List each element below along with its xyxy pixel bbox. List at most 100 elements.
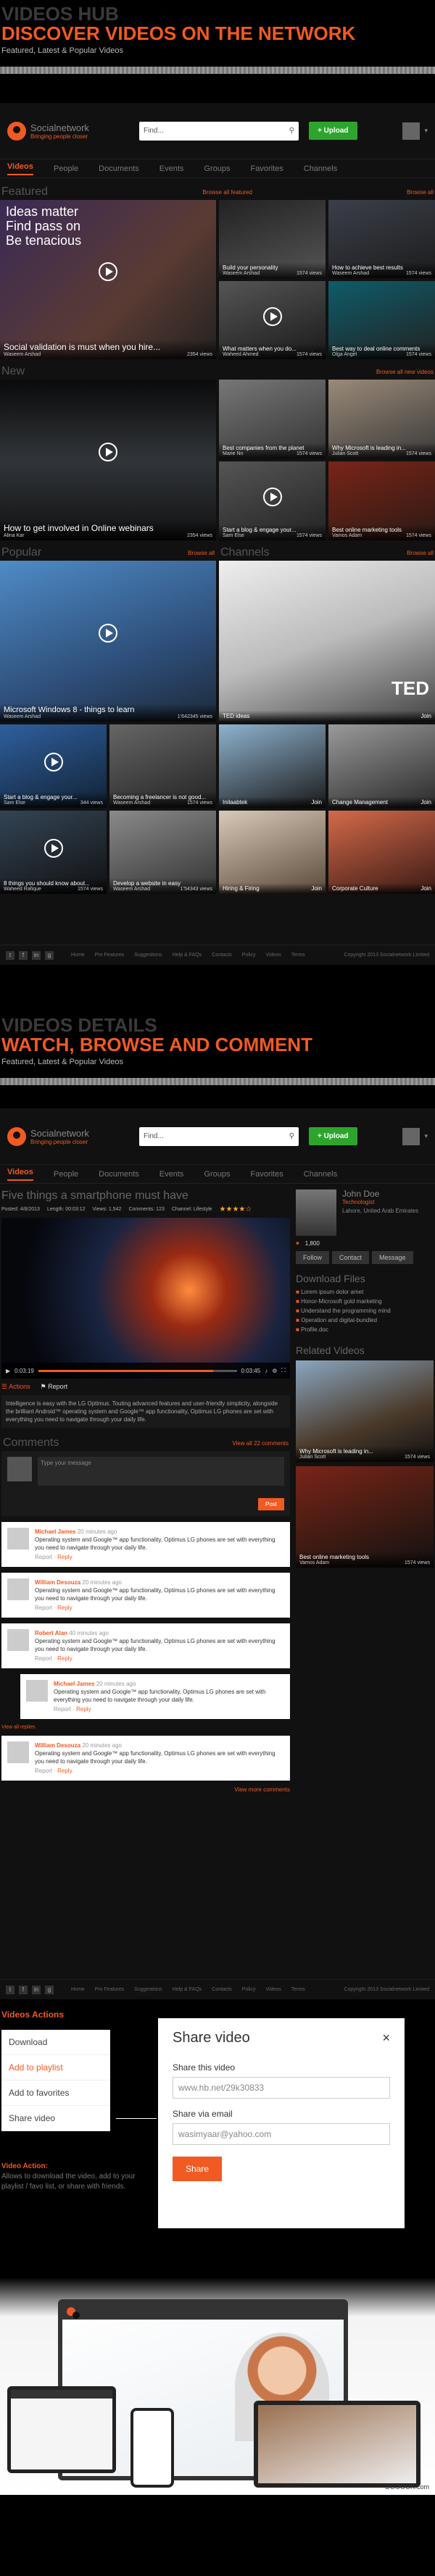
browse-all-link[interactable]: Browse all xyxy=(188,550,215,556)
brand-logo[interactable]: Socialnetwork Bringing people closer xyxy=(7,121,130,141)
user-menu[interactable]: ▾ xyxy=(402,1127,428,1145)
linkedin-icon[interactable]: in xyxy=(32,1985,41,1994)
brand-logo[interactable]: Socialnetwork Bringing people closer xyxy=(7,1126,130,1146)
progress-bar[interactable] xyxy=(38,1369,237,1372)
comment-author[interactable]: Michael James xyxy=(35,1529,75,1535)
channel-title[interactable]: Inilaabtek xyxy=(223,799,247,806)
tile-title[interactable]: Develop a website in easy xyxy=(113,880,212,887)
tile-author[interactable]: Vamos Adam xyxy=(299,1560,329,1565)
tile-author[interactable]: Waseem Arshad xyxy=(113,887,150,892)
new-big-tile[interactable]: How to get involved in Online webinars Al… xyxy=(0,380,216,540)
video-tile[interactable]: What matters when you do... Waheed Ahmed 1… xyxy=(219,281,326,359)
footer-link[interactable]: Terms xyxy=(291,1987,305,1992)
channel-title[interactable]: Change Management xyxy=(332,799,388,806)
video-tile[interactable]: Build your personality Waseem Arshad 1574 … xyxy=(219,200,326,278)
featured-big-tile[interactable]: Ideas matter Find pass on Be tenacious S… xyxy=(0,200,216,359)
play-icon[interactable] xyxy=(99,623,117,643)
footer-link[interactable]: Contacts xyxy=(212,953,232,958)
tile-author[interactable]: Marie Nn xyxy=(223,451,243,456)
upload-button[interactable]: + Upload xyxy=(309,122,357,140)
contact-button[interactable]: Contact xyxy=(332,1251,370,1264)
view-replies-link[interactable]: View all replies xyxy=(1,1725,290,1730)
tile-title[interactable]: How to get involved in Online webinars xyxy=(4,523,212,533)
share-button[interactable]: Share xyxy=(173,2157,223,2181)
tile-author[interactable]: Waseem Arshad xyxy=(4,352,41,357)
upload-button[interactable]: + Upload xyxy=(309,1127,357,1145)
tile-author[interactable]: Waseem Arshad xyxy=(113,800,150,806)
footer-link[interactable]: Pro Features xyxy=(95,1987,124,1992)
tile-author[interactable]: Waheed Ahmed xyxy=(223,352,259,357)
video-tile[interactable]: Best way to deal online comments Olga Ang… xyxy=(328,281,435,359)
actions-toggle[interactable]: ☰ Actions xyxy=(1,1383,30,1391)
video-player[interactable]: ▶ 0:03:19 0:03:45 ♪ ⚙ ⛶ xyxy=(1,1218,290,1379)
browse-all-link[interactable]: Browse all xyxy=(407,550,434,556)
post-button[interactable]: Post xyxy=(257,1498,284,1510)
comment-author[interactable]: William Desouza xyxy=(35,1579,80,1586)
search-input[interactable]: Find... ⚲ xyxy=(139,1126,299,1146)
tab-channels[interactable]: Channels xyxy=(304,1170,337,1179)
report-link[interactable]: Report xyxy=(35,1655,52,1662)
tab-favorites[interactable]: Favorites xyxy=(251,1170,283,1179)
join-button[interactable]: Join xyxy=(420,713,431,719)
tile-title[interactable]: Why Microsoft is leading in... xyxy=(332,445,431,451)
video-tile[interactable]: Start a blog & engage your... Sam Else 344… xyxy=(0,724,107,808)
report-link[interactable]: Report xyxy=(35,1605,52,1611)
tile-author[interactable]: Waseem Arshad xyxy=(4,714,41,719)
googleplus-icon[interactable]: g xyxy=(45,1985,54,1994)
play-icon[interactable] xyxy=(262,306,282,326)
channel-title[interactable]: Corporate Culture xyxy=(332,885,378,892)
footer-link[interactable]: Pro Features xyxy=(95,953,124,958)
footer-link[interactable]: Videos xyxy=(265,1987,281,1992)
play-button-icon[interactable]: ▶ xyxy=(6,1368,10,1374)
browse-all-link[interactable]: Browse all new videos xyxy=(376,369,434,375)
tile-title[interactable]: Why Microsoft is leading in... xyxy=(299,1448,430,1455)
join-button[interactable]: Join xyxy=(420,799,431,806)
reply-link[interactable]: Reply xyxy=(57,1554,72,1560)
reply-link[interactable]: Reply xyxy=(76,1706,91,1713)
view-all-comments-link[interactable]: View all 22 comments xyxy=(232,1440,289,1447)
search-input[interactable]: Find... ⚲ xyxy=(139,121,299,141)
tab-groups[interactable]: Groups xyxy=(204,1170,230,1179)
tab-people[interactable]: People xyxy=(54,164,78,173)
video-tile[interactable]: Best companies from the planet Marie Nn 15… xyxy=(219,380,326,459)
tile-author[interactable]: Olga Angel xyxy=(332,352,357,357)
tile-author[interactable]: Julian Scott xyxy=(299,1455,326,1460)
message-button[interactable]: Message xyxy=(372,1251,413,1264)
tab-events[interactable]: Events xyxy=(160,1170,184,1179)
like-icon[interactable]: ♥ xyxy=(296,1240,299,1247)
menu-item-download[interactable]: Download xyxy=(1,2030,110,2055)
footer-link[interactable]: Contacts xyxy=(212,1987,232,1992)
tile-author[interactable]: Sam Else xyxy=(223,533,244,538)
tile-author[interactable]: Waseem Arshad xyxy=(223,271,260,276)
report-link[interactable]: Report xyxy=(54,1706,71,1713)
tab-videos[interactable]: Videos xyxy=(7,162,33,175)
reply-link[interactable]: Reply xyxy=(57,1655,72,1662)
video-tile[interactable]: Becoming a freelancer is not good... Wase… xyxy=(109,724,216,808)
googleplus-icon[interactable]: g xyxy=(45,950,54,960)
share-url-field[interactable]: www.hb.net/29k30833 xyxy=(173,2077,390,2099)
comment-input[interactable]: Type your message xyxy=(38,1457,284,1486)
tile-title[interactable]: Social validation is must when you hire.… xyxy=(4,342,212,352)
tile-title[interactable]: What matters when you do... xyxy=(223,346,322,352)
join-button[interactable]: Join xyxy=(311,885,322,892)
tile-author[interactable]: Alina Kar xyxy=(4,533,24,538)
play-icon[interactable] xyxy=(44,838,63,858)
search-icon[interactable]: ⚲ xyxy=(289,127,294,135)
settings-icon[interactable]: ⚙ xyxy=(272,1368,277,1374)
fullscreen-icon[interactable]: ⛶ xyxy=(281,1367,286,1374)
join-button[interactable]: Join xyxy=(420,885,431,892)
tile-title[interactable]: Start a blog & engage your... xyxy=(223,527,322,533)
search-icon[interactable]: ⚲ xyxy=(289,1132,294,1140)
reply-link[interactable]: Reply xyxy=(57,1768,72,1774)
video-tile[interactable]: Best online marketing tools Vamos Adam 157… xyxy=(328,461,435,540)
tile-title[interactable]: Start a blog & engage your... xyxy=(4,794,103,800)
tile-title[interactable]: Best companies from the planet xyxy=(223,445,322,451)
play-icon[interactable] xyxy=(44,752,63,771)
download-item[interactable]: ■ Honor-Microsoft gold marketing xyxy=(296,1297,434,1306)
twitter-icon[interactable]: t xyxy=(6,1985,14,1994)
facebook-icon[interactable]: f xyxy=(19,1985,28,1994)
footer-link[interactable]: Videos xyxy=(265,953,281,958)
related-video-tile[interactable]: Best online marketing tools Vamos Adam 157… xyxy=(296,1466,434,1568)
footer-link[interactable]: Help & FAQs xyxy=(173,1987,202,1992)
report-link[interactable]: Report xyxy=(35,1768,52,1774)
